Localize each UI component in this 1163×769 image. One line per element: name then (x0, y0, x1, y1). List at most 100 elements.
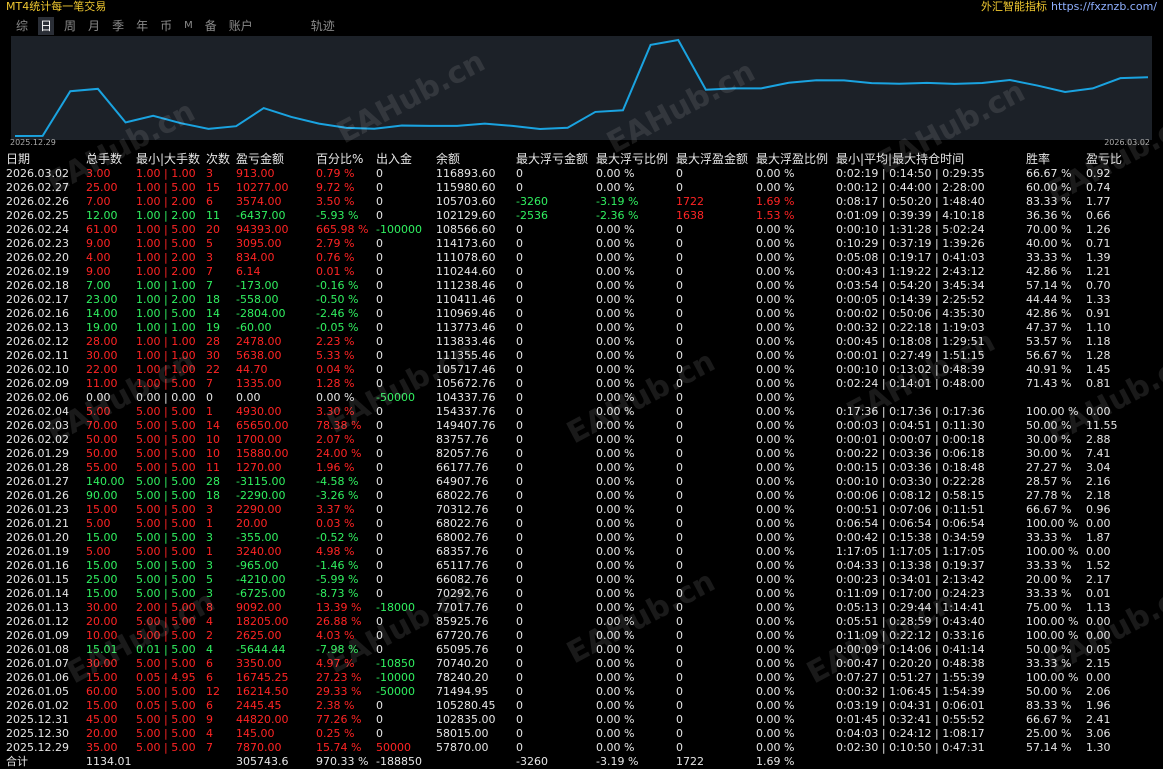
table-row[interactable]: 2026.01.14 15.00 5.00 | 5.00 3 -6725.00 -8.73… (6, 587, 1136, 601)
table-row[interactable]: 2026.01.09 10.00 5.00 | 5.00 2 2625.00 4.03 %… (6, 629, 1136, 643)
tab-10[interactable]: 轨迹 (309, 17, 337, 35)
table-row[interactable]: 2026.02.04 5.00 5.00 | 5.00 1 4930.00 3.30 % 0… (6, 405, 1136, 419)
table-cell: -2290.00 (236, 489, 286, 502)
table-row[interactable]: 2026.02.20 4.00 1.00 | 2.00 3 834.00 0.76 % 0 1… (6, 251, 1136, 265)
table-cell: 0:00:47 | 0:20:20 | 0:48:38 (836, 657, 985, 670)
site-link[interactable]: 外汇智能指标 https://fxznzb.com/ (981, 0, 1157, 14)
table-cell: 0 (676, 433, 683, 446)
table-row[interactable]: 2025.12.30 20.00 5.00 | 5.00 4 145.00 0.25 % 0… (6, 727, 1136, 741)
table-cell: 0 (516, 391, 523, 404)
table-cell: 0 (676, 419, 683, 432)
table-row[interactable]: 2026.01.28 55.00 5.00 | 5.00 11 1270.00 1.96 … (6, 461, 1136, 475)
table-row[interactable]: 2026.02.10 22.00 1.00 | 1.00 22 44.70 0.04 % 0… (6, 363, 1136, 377)
table-cell: 2026.01.13 (6, 601, 69, 614)
table-row[interactable]: 2025.12.31 45.00 5.00 | 5.00 9 44820.00 77.26… (6, 713, 1136, 727)
table-row[interactable]: 2026.01.05 60.00 5.00 | 5.00 12 16214.50 29.3… (6, 685, 1136, 699)
table-cell: 100.00 % (1026, 629, 1079, 642)
table-cell: 25.00 (86, 181, 118, 194)
table-cell: 0.00 % (596, 475, 635, 488)
table-row[interactable]: 2026.02.25 12.00 1.00 | 2.00 11 -6437.00 -5.9… (6, 209, 1136, 223)
table-cell: 0.00 % (596, 517, 635, 530)
table-cell: 14 (206, 419, 220, 432)
table-row[interactable]: 2026.01.20 15.00 5.00 | 5.00 3 -355.00 -0.52 … (6, 531, 1136, 545)
table-row[interactable]: 2026.01.27 140.00 5.00 | 5.00 28 -3115.00 -4.… (6, 475, 1136, 489)
table-cell: 10277.00 (236, 181, 289, 194)
table-row[interactable]: 2026.01.06 15.00 0.05 | 4.95 6 16745.25 27.23… (6, 671, 1136, 685)
tab-7[interactable]: M (182, 17, 195, 35)
table-cell: 0 (676, 237, 683, 250)
site-url[interactable]: https://fxznzb.com/ (1051, 0, 1157, 13)
tab-4[interactable]: 季 (110, 17, 126, 35)
table-cell: 36.36 % (1026, 209, 1072, 222)
table-row[interactable]: 2026.02.18 7.00 1.00 | 1.00 7 -173.00 -0.16 %… (6, 279, 1136, 293)
table-row[interactable]: 2026.02.23 9.00 1.00 | 5.00 5 3095.00 2.79 % 0… (6, 237, 1136, 251)
table-row[interactable]: 2026.02.09 11.00 1.00 | 5.00 7 1335.00 1.28 %… (6, 377, 1136, 391)
table-row[interactable]: 2026.02.17 23.00 1.00 | 2.00 18 -558.00 -0.50… (6, 293, 1136, 307)
table-row[interactable]: 2026.02.26 7.00 1.00 | 2.00 6 3574.00 3.50 % 0… (6, 195, 1136, 209)
table-cell: 0 (516, 181, 523, 194)
table-cell: 0:00:22 | 0:03:36 | 0:06:18 (836, 447, 985, 460)
table-cell: 5.00 | 5.00 (136, 447, 196, 460)
tab-5[interactable]: 年 (134, 17, 150, 35)
table-cell: 0:02:19 | 0:14:50 | 0:29:35 (836, 167, 985, 180)
table-cell: 1.52 (1086, 559, 1111, 572)
table-row[interactable]: 2026.01.29 50.00 5.00 | 5.00 10 15880.00 24.0… (6, 447, 1136, 461)
table-cell: 18205.00 (236, 615, 289, 628)
tab-8[interactable]: 备 (203, 17, 219, 35)
table-cell: 0 (516, 461, 523, 474)
table-cell: 0.76 % (316, 251, 355, 264)
table-cell: 0.00 % (596, 643, 635, 656)
table-row[interactable]: 2026.02.11 30.00 1.00 | 1.00 30 5638.00 5.33 … (6, 349, 1136, 363)
table-row[interactable]: 2026.01.21 5.00 5.00 | 5.00 1 20.00 0.03 % 0 68… (6, 517, 1136, 531)
table-cell: 0.00 % (596, 573, 635, 586)
table-cell: 15.00 (86, 699, 118, 712)
table-row[interactable]: 2026.02.02 50.00 5.00 | 5.00 10 1700.00 2.07 … (6, 433, 1136, 447)
table-cell: 18 (206, 293, 220, 306)
table-row[interactable]: 2026.02.12 28.00 1.00 | 1.00 28 2478.00 2.23 … (6, 335, 1136, 349)
tab-1[interactable]: 日 (38, 17, 55, 35)
table-row[interactable]: 2026.03.02 3.00 1.00 | 1.00 3 913.00 0.79 % 0 1… (6, 167, 1136, 181)
table-cell: -50000 (376, 391, 415, 404)
table-row[interactable]: 2026.02.16 14.00 1.00 | 5.00 14 -2804.00 -2.4… (6, 307, 1136, 321)
table-cell: 0.00 % (756, 349, 795, 362)
table-cell: -3.26 % (316, 489, 359, 502)
table-row[interactable]: 2026.01.16 15.00 5.00 | 5.00 3 -965.00 -1.46 … (6, 559, 1136, 573)
table-cell: 1.00 | 5.00 (136, 237, 196, 250)
table-row[interactable]: 2026.01.23 15.00 5.00 | 5.00 3 2290.00 3.37 %… (6, 503, 1136, 517)
tab-3[interactable]: 月 (86, 17, 102, 35)
tab-9[interactable]: 账户 (227, 17, 255, 35)
table-row[interactable]: 2026.01.13 30.00 2.00 | 5.00 8 9092.00 13.39 … (6, 601, 1136, 615)
table-cell: 0.00 % (756, 685, 795, 698)
table-cell: 0 (516, 657, 523, 670)
table-row[interactable]: 2026.02.03 70.00 5.00 | 5.00 14 65650.00 78.3… (6, 419, 1136, 433)
table-cell: 0 (676, 573, 683, 586)
tab-6[interactable]: 币 (158, 17, 174, 35)
table-row[interactable]: 2026.01.26 90.00 5.00 | 5.00 18 -2290.00 -3.2… (6, 489, 1136, 503)
table-row[interactable]: 2026.01.15 25.00 5.00 | 5.00 5 -4210.00 -5.99… (6, 573, 1136, 587)
table-row[interactable]: 2026.01.02 15.00 0.05 | 5.00 6 2445.45 2.38 %… (6, 699, 1136, 713)
tab-2[interactable]: 周 (62, 17, 78, 35)
table-row[interactable]: 2026.02.27 25.00 1.00 | 5.00 15 10277.00 9.72… (6, 181, 1136, 195)
table-cell: 53.57 % (1026, 335, 1072, 348)
table-row[interactable]: 2026.02.24 61.00 1.00 | 5.00 20 94393.00 665.… (6, 223, 1136, 237)
total-cell: -3.19 % (596, 755, 639, 768)
table-cell: 0 (676, 265, 683, 278)
table-row[interactable]: 2026.01.07 30.00 5.00 | 5.00 6 3350.00 4.97 %… (6, 657, 1136, 671)
table-cell: 0 (516, 517, 523, 530)
table-row[interactable]: 2026.02.06 0.00 0.00 | 0.00 0 0.00 0.00 % -500… (6, 391, 1136, 405)
table-cell: 90.00 (86, 489, 118, 502)
table-row[interactable]: 2026.02.13 19.00 1.00 | 1.00 19 -60.00 -0.05 … (6, 321, 1136, 335)
table-cell: 0:00:02 | 0:50:06 | 4:35:30 (836, 307, 985, 320)
table-row[interactable]: 2026.02.19 9.00 1.00 | 2.00 7 6.14 0.01 % 0 110… (6, 265, 1136, 279)
table-row[interactable]: 2025.12.29 35.00 5.00 | 5.00 7 7870.00 15.74 … (6, 741, 1136, 755)
table-cell: 2.23 % (316, 335, 355, 348)
table-row[interactable]: 2026.01.19 5.00 5.00 | 5.00 1 3240.00 4.98 % 0… (6, 545, 1136, 559)
table-cell: 5.00 | 5.00 (136, 657, 196, 670)
table-row[interactable]: 2026.01.12 20.00 5.00 | 5.00 4 18205.00 26.88… (6, 615, 1136, 629)
table-cell: 0 (516, 573, 523, 586)
table-cell: 18 (206, 489, 220, 502)
table-cell: 2.41 (1086, 713, 1111, 726)
table-row[interactable]: 2026.01.08 15.01 0.01 | 5.00 4 -5644.44 -7.98… (6, 643, 1136, 657)
tab-0[interactable]: 综 (14, 17, 30, 35)
table-cell: 30.00 (86, 601, 118, 614)
